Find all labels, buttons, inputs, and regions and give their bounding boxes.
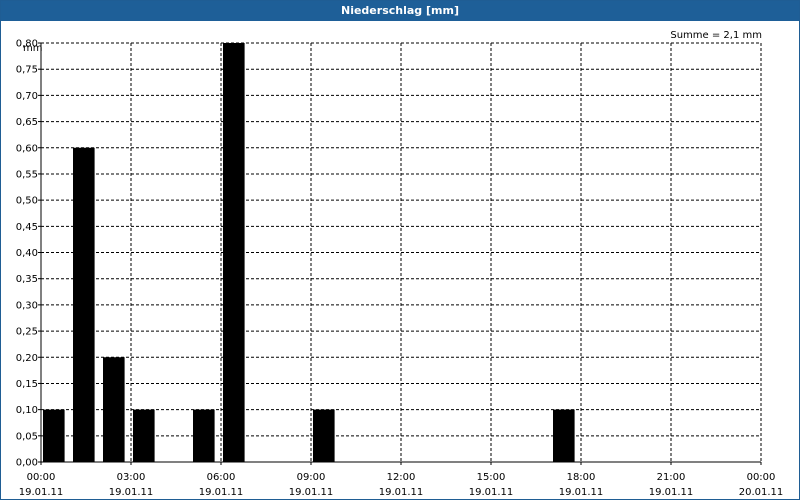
chart-window: Niederschlag [mm] 0,00 0,05 0,10 0,15 0,20 0,… — [0, 0, 800, 500]
y-tick-label: 0,30 — [16, 300, 38, 311]
y-tick-label: 0,15 — [16, 379, 38, 390]
y-tick-label: 0,60 — [16, 143, 38, 154]
x-tick-time-label: 03:00 — [117, 472, 146, 483]
x-tick-time-label: 09:00 — [297, 472, 326, 483]
y-tick-label: 0,55 — [16, 169, 38, 180]
precipitation-chart: 0,00 0,05 0,10 0,15 0,20 0,25 0,30 0,35 0,40 0,45… — [16, 30, 784, 498]
precipitation-bar — [313, 409, 335, 462]
y-tick-label: 0,70 — [16, 91, 38, 102]
precipitation-bar — [133, 409, 155, 462]
sum-label: Summe = 2,1 mm — [670, 30, 762, 41]
precipitation-bar — [43, 409, 65, 462]
precipitation-bar — [223, 43, 245, 462]
y-axis-unit-label: mm — [23, 43, 42, 54]
y-tick-label: 0,35 — [16, 274, 38, 285]
x-tick-date-label: 19.01.11 — [469, 487, 514, 498]
x-tick-date-label: 19.01.11 — [559, 487, 604, 498]
x-tick-time-label: 00:00 — [747, 472, 776, 483]
x-tick-date-label: 19.01.11 — [649, 487, 694, 498]
x-tick-time-label: 06:00 — [207, 472, 236, 483]
y-tick-label: 0,25 — [16, 327, 38, 338]
y-tick-label: 0,65 — [16, 117, 38, 128]
y-tick-label: 0,00 — [16, 458, 38, 469]
y-tick-label: 0,40 — [16, 248, 38, 259]
y-tick-label: 0,45 — [16, 222, 38, 233]
y-tick-label: 0,05 — [16, 431, 38, 442]
x-tick-date-label: 19.01.11 — [379, 487, 424, 498]
x-tick-date-label: 19.01.11 — [109, 487, 154, 498]
x-tick-time-label: 21:00 — [657, 472, 686, 483]
precipitation-bar — [553, 409, 575, 462]
y-tick-label: 0,50 — [16, 196, 38, 207]
x-tick-date-label: 19.01.11 — [199, 487, 244, 498]
y-tick-label: 0,10 — [16, 405, 38, 416]
y-tick-label: 0,20 — [16, 353, 38, 364]
precipitation-bar — [103, 357, 125, 462]
x-tick-time-label: 18:00 — [567, 472, 596, 483]
precipitation-bar — [193, 409, 215, 462]
y-tick-label: 0,75 — [16, 65, 38, 76]
x-tick-date-label: 19.01.11 — [289, 487, 334, 498]
x-tick-time-label: 00:00 — [27, 472, 56, 483]
precipitation-bar — [73, 147, 95, 462]
x-tick-date-label: 19.01.11 — [19, 487, 64, 498]
x-tick-date-label: 20.01.11 — [739, 487, 784, 498]
x-tick-time-label: 15:00 — [477, 472, 506, 483]
x-tick-time-label: 12:00 — [387, 472, 416, 483]
